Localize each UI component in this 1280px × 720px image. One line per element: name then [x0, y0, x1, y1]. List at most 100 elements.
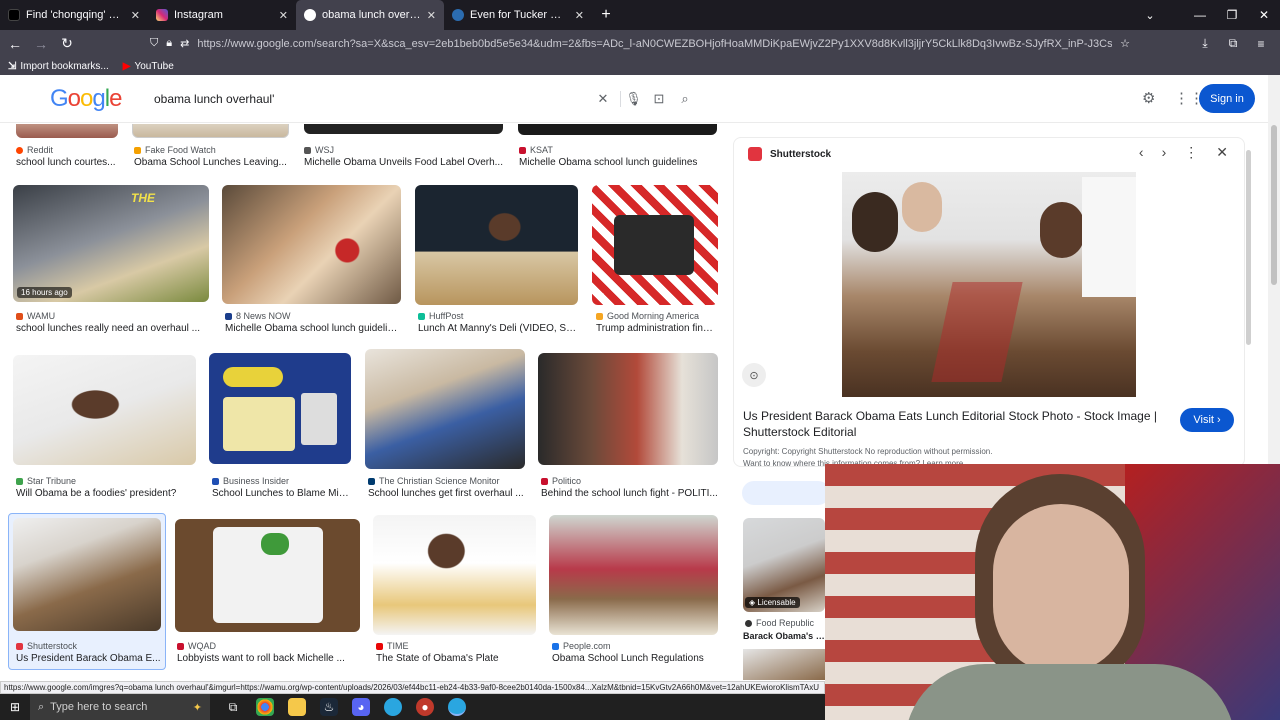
lens-icon[interactable]: ⊙: [742, 363, 766, 387]
search-box[interactable]: obama lunch overhaul' ✕ 🎙︎ ⊡ ⌕: [140, 84, 712, 114]
result-thumb[interactable]: [13, 355, 196, 465]
result-caption[interactable]: School Lunches to Blame Mic...: [212, 488, 351, 499]
close-tab-icon[interactable]: ✕: [131, 9, 140, 22]
result-caption[interactable]: The State of Obama's Plate: [376, 653, 536, 664]
more-options-icon[interactable]: ⋮: [1184, 144, 1198, 161]
result-source[interactable]: TIME: [376, 641, 409, 651]
related-thumb[interactable]: [743, 649, 825, 680]
steam-icon[interactable]: ♨: [320, 698, 338, 716]
result-thumb[interactable]: [132, 124, 289, 138]
discord-icon[interactable]: ◕: [352, 698, 370, 716]
bookmark-import[interactable]: ⇲ Import bookmarks...: [8, 61, 109, 72]
folder-icon[interactable]: [288, 698, 306, 716]
result-caption[interactable]: Obama School Lunch Regulations: [552, 653, 718, 664]
new-tab-button[interactable]: +: [592, 0, 620, 30]
result-caption[interactable]: Michelle Obama school lunch guidelines: [519, 157, 718, 168]
next-icon[interactable]: ›: [1162, 144, 1167, 161]
related-pill[interactable]: [742, 481, 830, 505]
shield-icon[interactable]: ⛉: [150, 37, 158, 50]
result-caption[interactable]: Lobbyists want to roll back Michelle ...: [177, 653, 360, 664]
result-caption[interactable]: Obama School Lunches Leaving...: [134, 157, 289, 168]
close-tab-icon[interactable]: ✕: [279, 9, 288, 22]
result-source[interactable]: Fake Food Watch: [134, 145, 216, 155]
result-source[interactable]: The Christian Science Monitor: [368, 476, 500, 486]
lock-icon[interactable]: 🔒︎: [166, 37, 172, 50]
star-icon[interactable]: ☆: [1120, 37, 1130, 50]
result-caption[interactable]: Lunch At Manny's Deli (VIDEO, SL...: [418, 323, 578, 334]
minimize-icon[interactable]: —: [1184, 0, 1216, 30]
tab-google-search[interactable]: obama lunch overhaul' - Googl ✕: [296, 0, 444, 30]
active-app-icon[interactable]: [448, 698, 466, 716]
app-icon[interactable]: [384, 698, 402, 716]
result-source[interactable]: WSJ: [304, 145, 334, 155]
result-thumb[interactable]: [518, 124, 717, 135]
result-source[interactable]: WAMU: [16, 311, 55, 321]
close-tab-icon[interactable]: ✕: [575, 9, 584, 22]
result-caption[interactable]: Will Obama be a foodies' president?: [16, 488, 196, 499]
result-source[interactable]: Shutterstock: [16, 641, 77, 651]
chevron-down-icon[interactable]: ⌄: [1140, 0, 1160, 30]
result-thumb[interactable]: [538, 353, 718, 465]
result-caption[interactable]: school lunches really need an overhaul .…: [16, 323, 209, 334]
url-text[interactable]: https://www.google.com/search?sa=X&sca_e…: [197, 38, 1112, 50]
reload-icon[interactable]: ↻: [54, 31, 80, 57]
taskbar-search[interactable]: ⌕ Type here to search ✦: [30, 694, 210, 720]
forward-icon[interactable]: →: [28, 31, 54, 57]
result-caption[interactable]: school lunch courtes...: [16, 157, 121, 168]
related-caption[interactable]: Barack Obama's Fave...: [743, 631, 825, 641]
clear-icon[interactable]: ✕: [590, 91, 616, 107]
result-source[interactable]: Reddit: [16, 145, 53, 155]
result-source[interactable]: WQAD: [177, 641, 216, 651]
restore-icon[interactable]: ❐: [1216, 0, 1248, 30]
result-caption[interactable]: Michelle Obama school lunch guidelin...: [225, 323, 401, 334]
result-thumb[interactable]: [304, 124, 503, 134]
result-thumb[interactable]: [209, 353, 351, 464]
result-source[interactable]: Good Morning America: [596, 311, 699, 321]
result-caption[interactable]: Michelle Obama Unveils Food Label Overh.…: [304, 157, 503, 168]
result-source[interactable]: HuffPost: [418, 311, 463, 321]
result-thumb[interactable]: THE 16 hours ago: [13, 185, 209, 302]
result-caption[interactable]: Trump administration final...: [596, 323, 718, 334]
tab-tiktok[interactable]: Find 'chongqing' on TikTok | Tik ✕: [0, 0, 148, 30]
close-tab-icon[interactable]: ✕: [427, 9, 436, 22]
preview-image[interactable]: [842, 172, 1136, 397]
play-icon[interactable]: ▶: [598, 289, 604, 298]
result-source[interactable]: KSAT: [519, 145, 553, 155]
result-thumb[interactable]: [415, 185, 578, 305]
panel-scrollbar-thumb[interactable]: [1246, 150, 1251, 345]
result-thumb[interactable]: ▶: [592, 185, 718, 305]
panel-scrollbar[interactable]: [1245, 140, 1253, 350]
previous-icon[interactable]: ‹: [1139, 144, 1144, 161]
permissions-icon[interactable]: ⇄: [180, 37, 189, 50]
windows-start-icon[interactable]: ⊞: [0, 694, 30, 720]
extensions-icon[interactable]: ⧉: [1222, 30, 1244, 57]
task-view-icon[interactable]: ⧉: [224, 698, 242, 716]
visit-button[interactable]: Visit ›: [1180, 408, 1234, 432]
related-source[interactable]: Food Republic: [745, 618, 814, 628]
obs-icon[interactable]: ●: [416, 698, 434, 716]
result-thumb[interactable]: [175, 519, 360, 632]
download-icon[interactable]: ⤓: [1194, 30, 1216, 57]
result-caption[interactable]: School lunches get first overhaul ...: [368, 488, 525, 499]
close-window-icon[interactable]: ✕: [1248, 0, 1280, 30]
google-logo[interactable]: Google: [50, 85, 122, 113]
menu-icon[interactable]: ≡: [1250, 30, 1272, 57]
result-source[interactable]: People.com: [552, 641, 611, 651]
tab-instagram[interactable]: Instagram ✕: [148, 0, 296, 30]
result-source[interactable]: Politico: [541, 476, 581, 486]
sign-in-button[interactable]: Sign in: [1199, 84, 1255, 113]
result-thumb[interactable]: [16, 124, 118, 138]
back-icon[interactable]: ←: [2, 31, 28, 57]
url-bar[interactable]: ⛉ 🔒︎ ⇄ https://www.google.com/search?sa=…: [150, 32, 1130, 55]
panel-source[interactable]: Shutterstock: [748, 147, 831, 161]
microphone-icon[interactable]: 🎙︎: [620, 91, 646, 107]
chrome-icon[interactable]: [256, 698, 274, 716]
result-source[interactable]: Business Insider: [212, 476, 289, 486]
result-thumb[interactable]: [222, 185, 401, 304]
search-icon[interactable]: ⌕: [672, 91, 698, 107]
result-thumb[interactable]: [373, 515, 536, 635]
search-input[interactable]: obama lunch overhaul': [154, 92, 590, 106]
related-thumb[interactable]: ◈ Licensable: [743, 518, 825, 612]
result-thumb[interactable]: [365, 349, 525, 469]
settings-gear-icon[interactable]: ⚙: [1142, 89, 1155, 107]
